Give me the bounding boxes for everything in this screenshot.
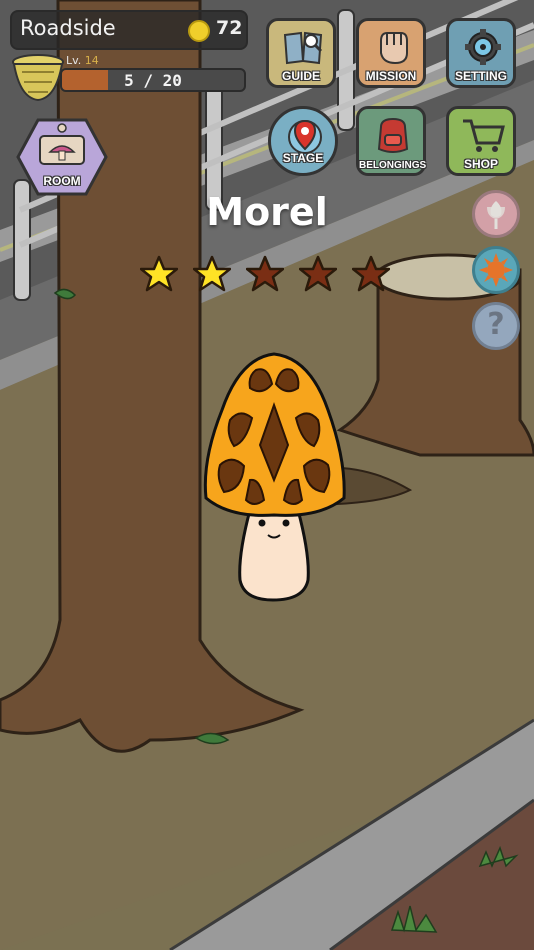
star-empty-icon	[352, 255, 390, 292]
question-icon[interactable]: ?	[472, 302, 520, 350]
level-prefix: Lv.	[66, 54, 85, 67]
stage-button[interactable]: STAGE	[268, 106, 338, 176]
stage-name: Roadside	[20, 16, 116, 40]
stage-panel: Roadside 72	[10, 10, 248, 50]
map-pin-icon	[288, 119, 322, 154]
setting-button[interactable]: SETTING	[446, 18, 516, 88]
setting-label: SETTING	[454, 69, 507, 83]
star-filled-icon	[193, 255, 231, 292]
guide-button[interactable]: GUIDE	[266, 18, 336, 88]
mission-button[interactable]: MISSION	[356, 18, 426, 88]
mission-label: MISSION	[365, 69, 417, 83]
belongings-label: BELONGINGS	[359, 160, 427, 171]
cart-icon	[463, 119, 505, 152]
guide-label: GUIDE	[281, 69, 320, 83]
shop-button[interactable]: SHOP	[446, 106, 516, 176]
room-button[interactable]: ROOM	[16, 118, 108, 196]
mushroom-name: Morel	[206, 190, 328, 234]
gear-icon	[465, 29, 501, 65]
star-empty-icon	[246, 255, 284, 292]
room-label: ROOM	[43, 174, 81, 188]
level-label: Lv. 14	[66, 54, 99, 67]
basket-icon[interactable]	[10, 52, 66, 104]
sun-icon[interactable]	[472, 246, 520, 294]
xp-text: 5 / 20	[124, 71, 182, 90]
belongings-button[interactable]: BELONGINGS	[356, 106, 426, 176]
xp-bar: 5 / 20	[60, 68, 246, 92]
fist-icon	[380, 32, 408, 65]
backpack-icon	[377, 117, 409, 153]
stage-label: STAGE	[282, 151, 324, 165]
rarity-stars	[140, 255, 400, 295]
shop-label: SHOP	[463, 157, 498, 171]
level-number: 14	[84, 54, 99, 67]
star-filled-icon	[140, 255, 178, 292]
coin-icon	[188, 20, 210, 42]
morel-mushroom[interactable]	[200, 350, 350, 610]
star-empty-icon	[299, 255, 337, 292]
coin-count: 72	[216, 17, 243, 39]
book-icon	[283, 31, 323, 65]
